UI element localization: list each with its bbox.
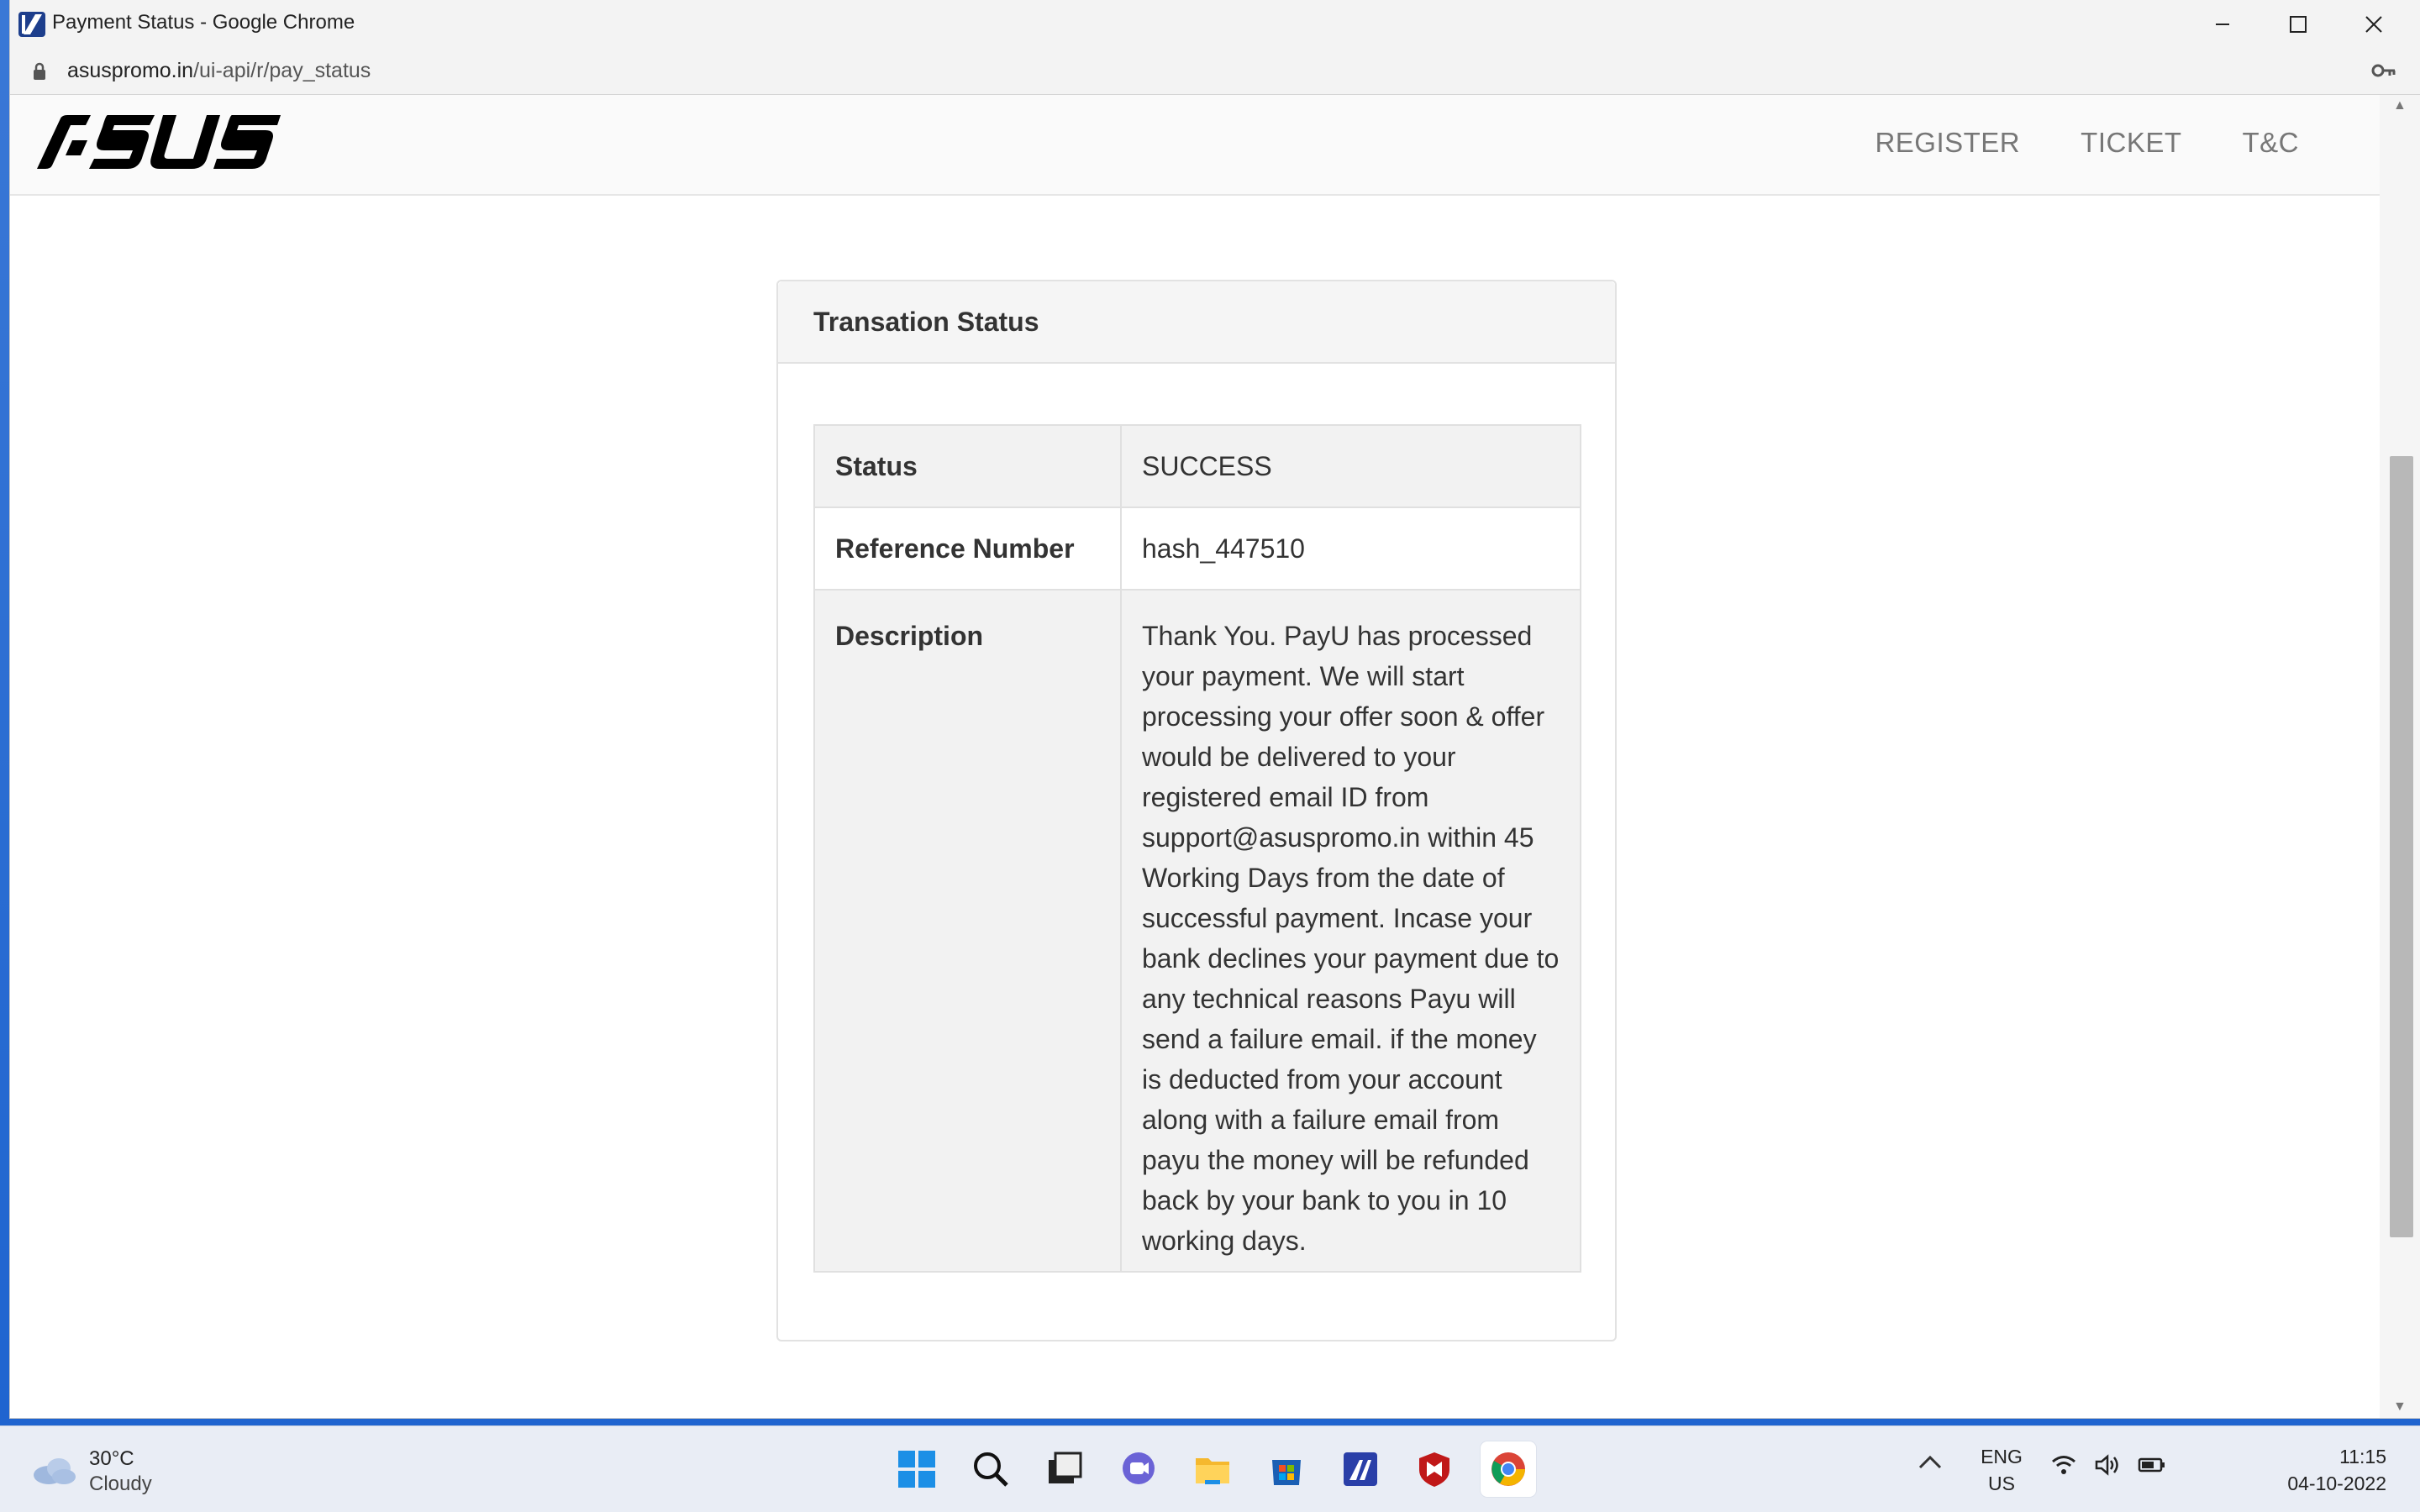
scroll-thumb[interactable] <box>2390 456 2413 1237</box>
weather-condition: Cloudy <box>89 1473 152 1495</box>
taskbar-apps <box>889 1441 1536 1497</box>
transaction-status-panel: Transation Status Status SUCCESS Referen… <box>776 280 1617 1341</box>
reference-number-value: hash_447510 <box>1120 507 1581 591</box>
minimize-button[interactable] <box>2185 0 2260 49</box>
table-row: Status SUCCESS <box>813 424 1581 508</box>
window-title: Payment Status - Google Chrome <box>52 11 355 34</box>
scroll-down-arrow-icon[interactable]: ▼ <box>2393 1399 2407 1415</box>
chrome-window: Payment Status - Google Chrome asuspromo… <box>10 0 2420 1418</box>
lock-icon[interactable] <box>32 62 47 85</box>
clock[interactable]: 11:15 04-10-2022 <box>2282 1443 2386 1497</box>
description-label: Description <box>813 589 1122 1273</box>
maximize-button[interactable] <box>2260 0 2336 49</box>
description-value: Thank You. PayU has processed your payme… <box>1120 589 1581 1273</box>
battery-icon[interactable] <box>2138 1452 2166 1483</box>
reference-number-label: Reference Number <box>813 507 1122 591</box>
weather-widget[interactable]: 30°C Cloudy <box>30 1446 152 1497</box>
url-text[interactable]: asuspromo.in/ui-api/r/pay_status <box>67 59 371 83</box>
title-bar: Payment Status - Google Chrome <box>10 0 2420 49</box>
store-icon[interactable] <box>1259 1441 1314 1497</box>
language-indicator[interactable]: ENG US <box>1975 1443 2028 1497</box>
task-view-icon[interactable] <box>1037 1441 1092 1497</box>
chevron-up-icon[interactable] <box>1918 1448 1943 1477</box>
table-row: Reference Number hash_447510 <box>813 507 1581 591</box>
cloud-icon <box>30 1453 77 1491</box>
file-explorer-icon[interactable] <box>1185 1441 1240 1497</box>
password-key-icon[interactable] <box>2371 60 2396 85</box>
panel-title: Transation Status <box>813 307 1039 337</box>
status-label: Status <box>813 424 1122 508</box>
editor-app-icon[interactable] <box>1333 1441 1388 1497</box>
status-value: SUCCESS <box>1120 424 1581 508</box>
taskbar: 30°C Cloudy ENG US 11:15 04-10-2022 <box>0 1425 2420 1512</box>
nav-tc-link[interactable]: T&C <box>2243 127 2300 159</box>
asus-logo[interactable] <box>37 115 281 173</box>
table-row: Description Thank You. PayU has processe… <box>813 589 1581 1273</box>
status-table: Status SUCCESS Reference Number hash_447… <box>813 424 1581 1273</box>
page-viewport: REGISTER TICKET T&C Transation Status St… <box>10 95 2380 1418</box>
main-nav: REGISTER TICKET T&C <box>1875 127 2299 159</box>
start-icon[interactable] <box>889 1441 944 1497</box>
asus-favicon-icon <box>18 12 45 37</box>
scroll-up-arrow-icon[interactable]: ▲ <box>2393 98 2407 113</box>
site-header: REGISTER TICKET T&C <box>10 95 2380 196</box>
system-icons[interactable] <box>2050 1452 2166 1483</box>
nav-ticket-link[interactable]: TICKET <box>2081 127 2181 159</box>
wifi-icon[interactable] <box>2050 1452 2077 1483</box>
chrome-icon[interactable] <box>1481 1441 1536 1497</box>
mcafee-icon[interactable] <box>1407 1441 1462 1497</box>
volume-icon[interactable] <box>2094 1452 2121 1483</box>
page-scrollbar[interactable]: ▲ ▼ <box>2380 95 2420 1418</box>
address-bar[interactable]: asuspromo.in/ui-api/r/pay_status <box>10 49 2420 95</box>
nav-register-link[interactable]: REGISTER <box>1875 127 2020 159</box>
close-button[interactable] <box>2336 0 2412 49</box>
weather-temperature: 30°C <box>89 1447 134 1470</box>
search-icon[interactable] <box>963 1441 1018 1497</box>
chat-icon[interactable] <box>1111 1441 1166 1497</box>
panel-header: Transation Status <box>778 281 1615 364</box>
